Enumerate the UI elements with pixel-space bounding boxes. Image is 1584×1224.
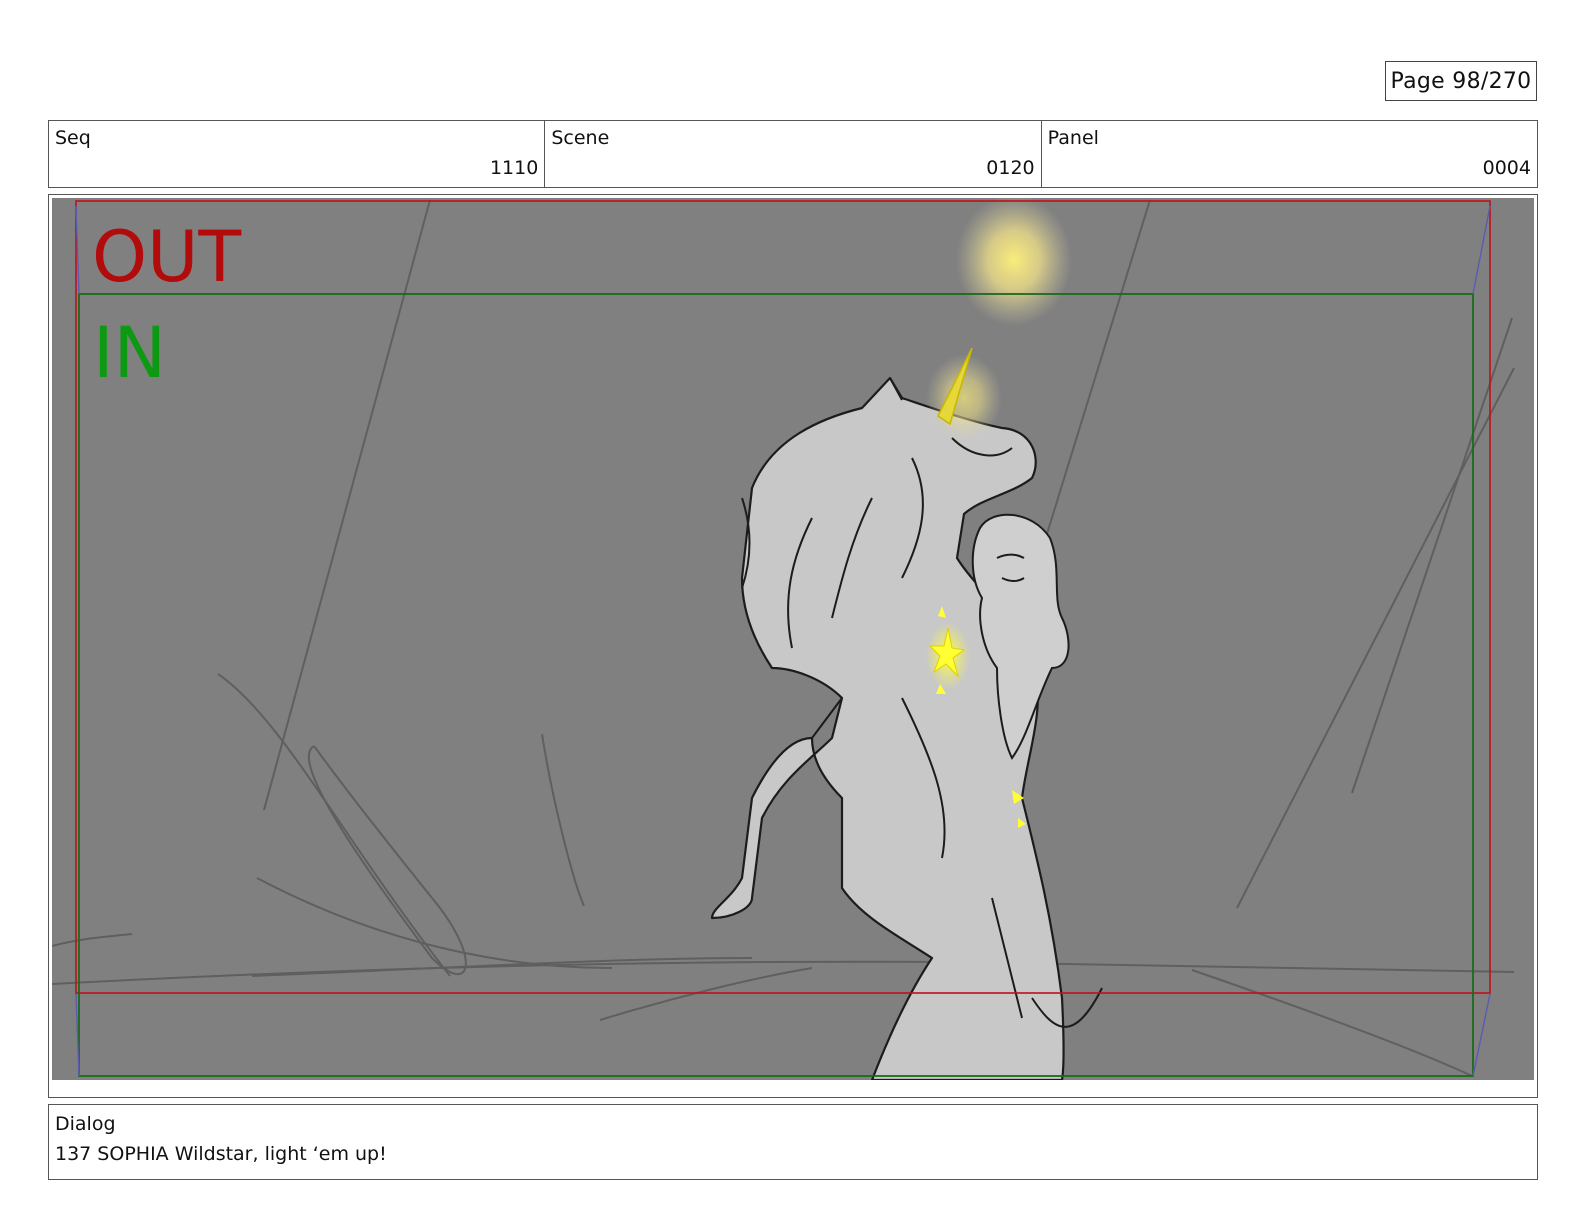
- seq-cell: Seq 1110: [49, 121, 546, 187]
- page-number: Page 98/270: [1385, 61, 1537, 101]
- in-label: IN: [93, 312, 167, 394]
- scene-cell: Scene 0120: [545, 121, 1042, 187]
- out-label: OUT: [92, 216, 242, 298]
- scene-value: 0120: [986, 157, 1035, 179]
- seq-value: 1110: [489, 157, 539, 179]
- panel-value: 0004: [1482, 157, 1531, 179]
- dialog-box: Dialog 137 SOPHIA Wildstar, light ‘em up…: [48, 1104, 1538, 1180]
- scene-info-bar: Seq 1110 Scene 0120 Panel 0004: [48, 120, 1538, 188]
- seq-label: Seq: [55, 127, 91, 149]
- scene-label: Scene: [551, 127, 610, 149]
- dialog-line: 137 SOPHIA Wildstar, light ‘em up!: [55, 1143, 387, 1165]
- dialog-label: Dialog: [55, 1113, 116, 1135]
- light-orb: [956, 198, 1072, 326]
- storyboard-sketch: [52, 198, 1534, 1080]
- panel-cell: Panel 0004: [1042, 121, 1537, 187]
- panel-label: Panel: [1047, 127, 1099, 149]
